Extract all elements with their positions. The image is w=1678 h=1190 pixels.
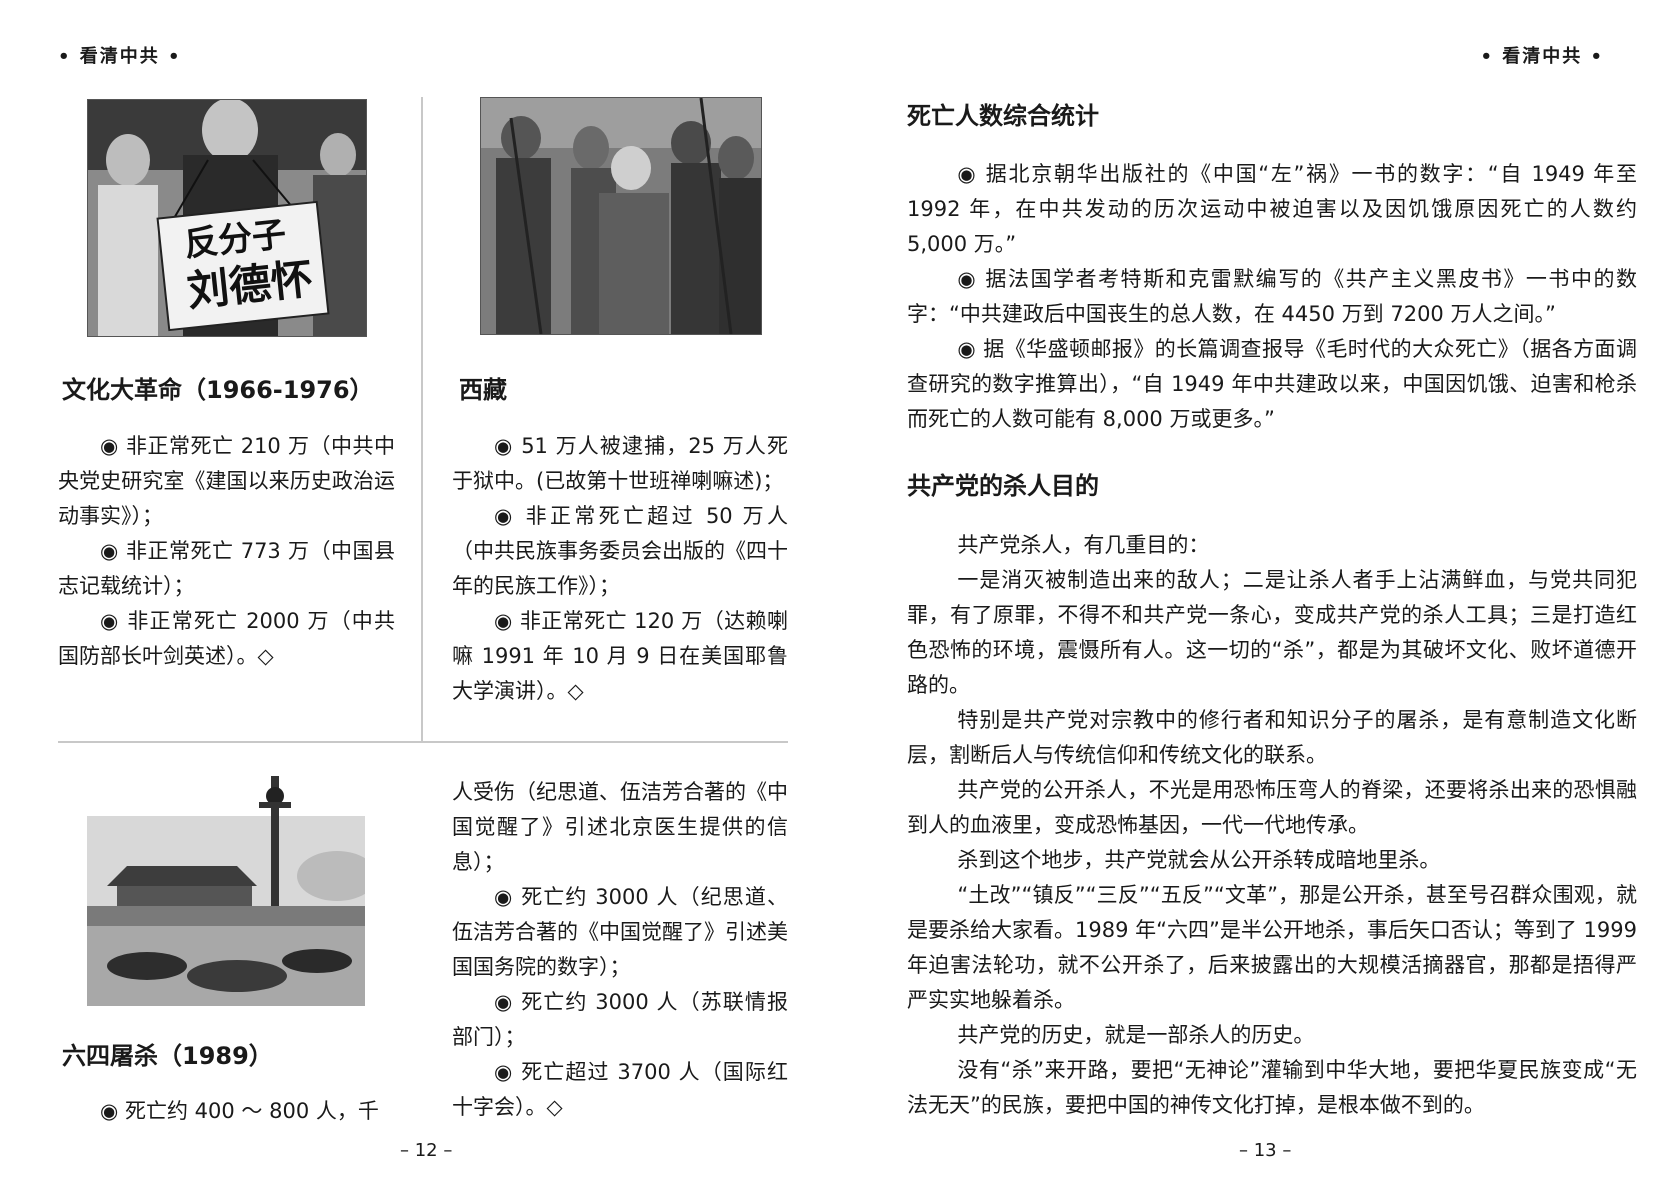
left-page: • 看清中共 • 反分子 刘德怀 文化大革命（1966-1976） ◉ 非正常死… [0, 0, 839, 1190]
death-stats-heading: 死亡人数综合统计 [907, 102, 1099, 130]
tiananmen-photo [87, 776, 365, 1006]
death-stats-text: ◉ 据北京朝华出版社的《中国“左”祸》一书的数字：“自 1949 年至 1992… [907, 157, 1637, 437]
tiananmen-stat-1-end: 人受伤（纪思道、伍洁芳合著的《中国觉醒了》引述北京医生提供的信息）； [452, 780, 788, 874]
killing-purpose-text: 共产党杀人，有几重目的： 一是消灭被制造出来的敌人；二是让杀人者手上沾满鲜血，与… [907, 528, 1637, 1123]
tibet-stat-2: ◉ 非正常死亡超过 50 万人（中共民族事务委员会出版的《四十年的民族工作》）； [452, 504, 788, 598]
running-head: • 看清中共 • [58, 46, 182, 67]
tiananmen-intro: ◉ 死亡约 400 ～ 800 人，千 [58, 1094, 395, 1129]
cr-stat-1: ◉ 非正常死亡 210 万（中共中央党史研究室《建国以来历史政治运动事实》）； [58, 434, 395, 528]
purpose-para-7: 共产党的历史，就是一部杀人的历史。 [957, 1023, 1315, 1047]
tibet-stat-1: ◉ 51 万人被逮捕，25 万人死于狱中。(已故第十世班禅喇嘛述)； [452, 434, 788, 493]
purpose-para-2: 一是消灭被制造出来的敌人；二是让杀人者手上沾满鲜血，与党共同犯罪，有了原罪，不得… [907, 568, 1637, 697]
running-head: • 看清中共 • [1480, 46, 1604, 67]
tiananmen-stat-3: ◉ 死亡约 3000 人（苏联情报部门）； [452, 990, 788, 1049]
tiananmen-text: 人受伤（纪思道、伍洁芳合著的《中国觉醒了》引述北京医生提供的信息）； ◉ 死亡约… [452, 775, 788, 1125]
page-number: – 12 – [400, 1140, 453, 1161]
tibet-heading: 西藏 [459, 376, 507, 404]
death-stat-2: ◉ 据法国学者考特斯和克雷默编写的《共产主义黑皮书》一书中的数字：“中共建政后中… [907, 267, 1637, 326]
death-stat-1: ◉ 据北京朝华出版社的《中国“左”祸》一书的数字：“自 1949 年至 1992… [907, 162, 1637, 256]
section-divider-horizontal [58, 741, 788, 743]
cultural-revolution-photo: 反分子 刘德怀 [87, 99, 367, 337]
purpose-para-5: 杀到这个地步，共产党就会从公开杀转成暗地里杀。 [957, 848, 1441, 872]
purpose-para-8: 没有“杀”来开路，要把“无神论”灌输到中华大地，要把华夏民族变成“无法无天”的民… [907, 1058, 1637, 1117]
purpose-para-3: 特别是共产党对宗教中的修行者和知识分子的屠杀，是有意制造文化断层，割断后人与传统… [907, 708, 1637, 767]
cr-stat-3: ◉ 非正常死亡 2000 万（中共国防部长叶剑英述）。◇ [58, 609, 395, 668]
tibet-text: ◉ 51 万人被逮捕，25 万人死于狱中。(已故第十世班禅喇嘛述)； ◉ 非正常… [452, 429, 788, 709]
tiananmen-stat-1-start: ◉ 死亡约 400 ～ 800 人，千 [100, 1099, 379, 1123]
right-page: • 看清中共 • 死亡人数综合统计 ◉ 据北京朝华出版社的《中国“左”祸》一书的… [839, 0, 1678, 1190]
cultural-revolution-text: ◉ 非正常死亡 210 万（中共中央党史研究室《建国以来历史政治运动事实》）； … [58, 429, 395, 674]
column-divider-vertical [421, 97, 423, 742]
purpose-para-1: 共产党杀人，有几重目的： [957, 533, 1210, 557]
tibet-photo [480, 97, 762, 335]
killing-purpose-heading: 共产党的杀人目的 [907, 472, 1099, 500]
death-stat-3: ◉ 据《华盛顿邮报》的长篇调查报导《毛时代的大众死亡》（据各方面调查研究的数字推… [907, 337, 1637, 431]
tibet-stat-3: ◉ 非正常死亡 120 万（达赖喇嘛 1991 年 10 月 9 日在美国耶鲁大… [452, 609, 788, 703]
tiananmen-heading: 六四屠杀（1989） [62, 1042, 273, 1070]
tiananmen-stat-4: ◉ 死亡超过 3700 人（国际红十字会）。◇ [452, 1060, 788, 1119]
cultural-revolution-heading: 文化大革命（1966-1976） [62, 376, 374, 404]
tiananmen-stat-2: ◉ 死亡约 3000 人（纪思道、伍洁芳合著的《中国觉醒了》引述美国国务院的数字… [452, 885, 788, 979]
cr-stat-2: ◉ 非正常死亡 773 万（中国县志记载统计）； [58, 539, 395, 598]
purpose-para-6: “土改”“镇反”“三反”“五反”“文革”，那是公开杀，甚至号召群众围观，就是要杀… [907, 883, 1637, 1012]
page-number: – 13 – [1239, 1140, 1292, 1161]
purpose-para-4: 共产党的公开杀人，不光是用恐怖压弯人的脊梁，还要将杀出来的恐惧融到人的血液里，变… [907, 778, 1637, 837]
